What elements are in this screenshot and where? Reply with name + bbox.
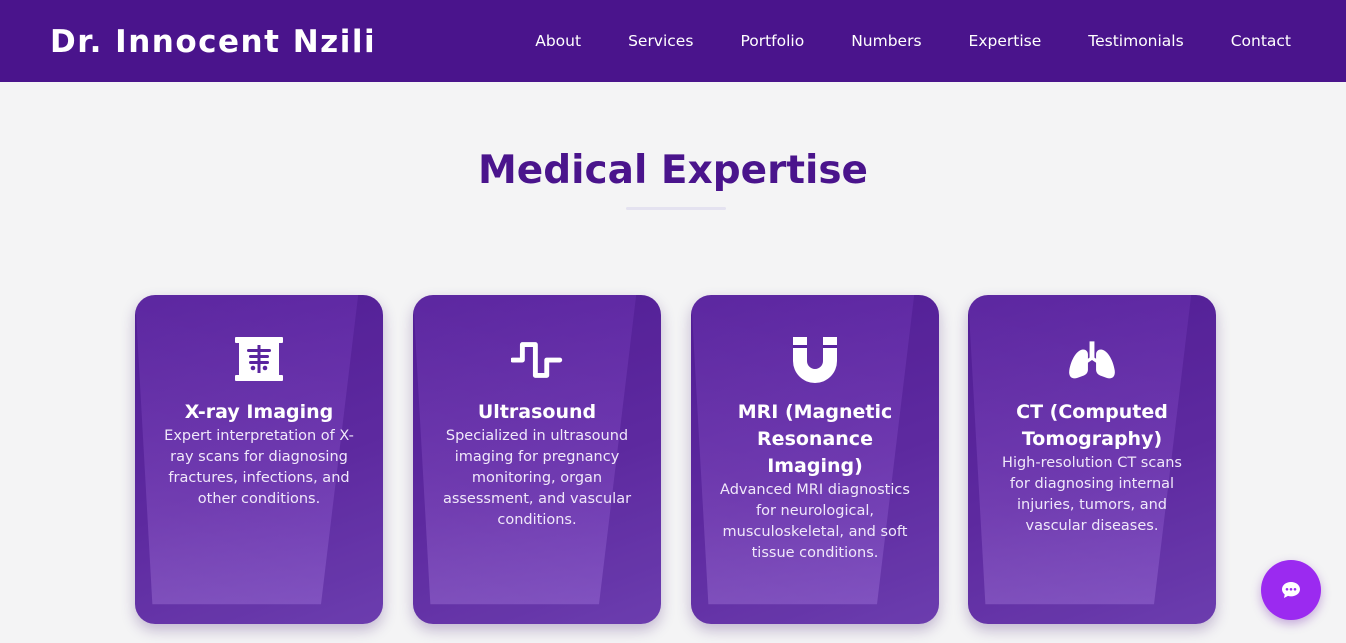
- nav-link-numbers[interactable]: Numbers: [851, 31, 921, 51]
- nav-link-services[interactable]: Services: [628, 31, 693, 51]
- card-description: Specialized in ultrasound imaging for pr…: [442, 428, 632, 528]
- nav-link-testimonials[interactable]: Testimonials: [1088, 31, 1183, 51]
- nav-link-expertise[interactable]: Expertise: [969, 31, 1042, 51]
- magnet-icon: [793, 337, 837, 383]
- section-title: Medical Expertise: [478, 148, 868, 193]
- nav-link-portfolio[interactable]: Portfolio: [740, 31, 804, 51]
- card-title: Ultrasound: [477, 401, 597, 423]
- x-ray-icon: [235, 337, 283, 381]
- nav-link-contact[interactable]: Contact: [1231, 31, 1291, 51]
- expertise-card-xray: X-ray Imaging Expert interpretation of X…: [135, 295, 383, 624]
- expertise-card-ct: CT (Computed Tomography) High-resolution…: [968, 295, 1216, 624]
- card-title: MRI (Magnetic Resonance Imaging): [737, 401, 893, 477]
- site-brand[interactable]: Dr. Innocent Nzili: [50, 22, 376, 62]
- title-underline: [626, 207, 726, 210]
- card-title: X-ray Imaging: [184, 401, 334, 423]
- nav-link-about[interactable]: About: [535, 31, 581, 51]
- wave-square-icon: [511, 342, 563, 378]
- lungs-icon: [1069, 341, 1115, 379]
- chat-button[interactable]: [1261, 560, 1321, 620]
- chat-icon: [1282, 582, 1300, 598]
- navbar: Dr. Innocent Nzili About Services Portfo…: [0, 0, 1346, 82]
- card-description: Expert interpretation of X-ray scans for…: [164, 428, 354, 507]
- card-description: High-resolution CT scans for diagnosing …: [1002, 455, 1182, 534]
- nav-menu: About Services Portfolio Numbers Experti…: [488, 31, 1291, 51]
- card-description: Advanced MRI diagnostics for neurologica…: [720, 482, 910, 561]
- expertise-card-ultrasound: Ultrasound Specialized in ultrasound ima…: [413, 295, 661, 624]
- expertise-card-mri: MRI (Magnetic Resonance Imaging) Advance…: [691, 295, 939, 624]
- card-title: CT (Computed Tomography): [1016, 401, 1168, 450]
